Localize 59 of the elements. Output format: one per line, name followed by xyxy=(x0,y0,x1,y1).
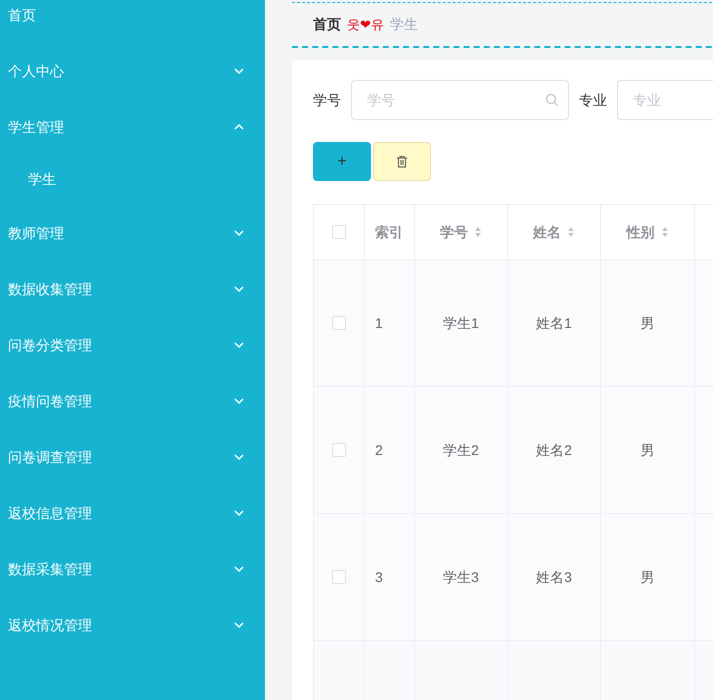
table-cell-text: 男 xyxy=(640,568,654,586)
table-row[interactable]: 1 学生1 姓名1 男 xyxy=(314,260,713,387)
table-cell-text: 学生2 xyxy=(443,440,479,460)
table-cell-text: 姓名2 xyxy=(536,440,572,460)
add-button[interactable]: + xyxy=(313,142,371,181)
chevron-down-icon xyxy=(233,509,245,517)
chevron-up-icon xyxy=(233,123,245,131)
delete-button[interactable] xyxy=(373,142,431,181)
sidebar-item[interactable]: 问卷分类管理 xyxy=(0,317,265,373)
chevron-down-icon xyxy=(233,565,245,573)
sidebar-item[interactable]: 数据采集管理 xyxy=(0,541,265,597)
sort-icon[interactable] xyxy=(567,226,575,238)
checkbox[interactable] xyxy=(332,570,346,584)
chevron-down-icon xyxy=(233,453,245,461)
sidebar-item[interactable]: 学生管理 xyxy=(0,99,265,155)
table-cell-text: 姓名3 xyxy=(536,568,572,586)
checkbox[interactable] xyxy=(332,225,346,239)
sidebar-item[interactable]: 教师管理 xyxy=(0,205,265,261)
column-header[interactable]: 学号 xyxy=(415,205,508,259)
table-row[interactable]: 3 学生3 姓名3 男 xyxy=(314,514,713,641)
table-cell-text: 2 xyxy=(375,440,383,460)
sidebar-subitem[interactable]: 学生 xyxy=(0,153,265,205)
sidebar-item[interactable]: 返校信息管理 xyxy=(0,485,265,541)
chevron-down-icon xyxy=(233,67,245,75)
breadcrumb-separator: 웃❤유 xyxy=(347,16,384,34)
sidebar-item[interactable]: 个人中心 xyxy=(0,43,265,99)
search-field[interactable]: 专业 xyxy=(617,80,713,120)
chevron-down-icon xyxy=(233,341,245,349)
sidebar-item[interactable]: 首页 xyxy=(0,0,265,43)
table-cell-text: 学生1 xyxy=(443,314,479,332)
table-cell-text: 3 xyxy=(375,568,383,586)
sidebar-item[interactable]: 问卷调查管理 xyxy=(0,429,265,485)
table-cell-text: 学生3 xyxy=(443,568,479,586)
table-row[interactable]: 2 学生2 姓名2 男 xyxy=(314,387,713,514)
chevron-down-icon xyxy=(233,285,245,293)
search-label: 专业 xyxy=(579,90,607,110)
column-header[interactable]: 性别 xyxy=(601,205,695,259)
chevron-down-icon xyxy=(233,229,245,237)
table-cell-text: 男 xyxy=(640,440,654,460)
column-header[interactable]: 索引 xyxy=(365,205,415,259)
sidebar-item[interactable]: 返校情况管理 xyxy=(0,597,265,653)
trash-icon xyxy=(396,155,408,168)
sort-icon[interactable] xyxy=(660,226,668,238)
sort-icon[interactable] xyxy=(474,226,482,238)
column-header[interactable]: 姓名 xyxy=(508,205,601,259)
chevron-down-icon xyxy=(233,621,245,629)
search-icon xyxy=(545,93,559,107)
checkbox[interactable] xyxy=(332,443,346,457)
search-label: 学号 xyxy=(313,90,341,110)
sidebar-item[interactable]: 数据收集管理 xyxy=(0,261,265,317)
table-cell-text: 男 xyxy=(640,314,654,332)
breadcrumb-current: 学生 xyxy=(390,15,418,34)
breadcrumb-home[interactable]: 首页 xyxy=(313,14,341,35)
search-field[interactable]: 学号 xyxy=(351,80,569,120)
checkbox[interactable] xyxy=(332,316,346,330)
table-cell-text: 1 xyxy=(375,314,383,332)
table-cell-text: 姓名1 xyxy=(536,314,572,332)
sidebar-item[interactable]: 疫情问卷管理 xyxy=(0,373,265,429)
chevron-down-icon xyxy=(233,397,245,405)
